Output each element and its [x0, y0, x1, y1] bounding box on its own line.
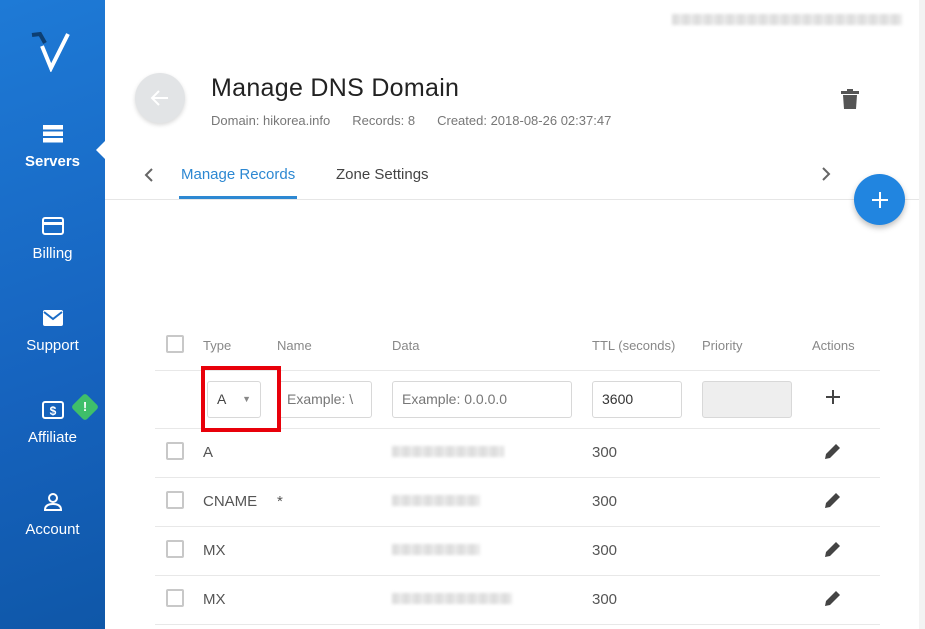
col-name: Name — [277, 322, 392, 371]
tab-zone-settings[interactable]: Zone Settings — [336, 166, 429, 183]
pencil-icon[interactable] — [824, 491, 842, 509]
select-all-checkbox[interactable] — [166, 335, 184, 354]
table-row: A 300 — [155, 428, 880, 478]
user-icon — [43, 493, 62, 511]
servers-icon — [42, 125, 63, 143]
sidebar-item-label: Account — [25, 521, 80, 538]
ttl-input[interactable]: 3600 — [592, 380, 682, 418]
chevron-left-icon[interactable] — [144, 168, 154, 182]
trash-icon[interactable] — [841, 89, 859, 109]
table-row: MX 300 — [155, 526, 880, 576]
record-data-blurred — [392, 593, 512, 604]
arrow-left-icon — [150, 90, 168, 106]
svg-text:$: $ — [49, 404, 56, 418]
pencil-icon[interactable] — [824, 589, 842, 607]
col-data: Data — [392, 322, 592, 371]
name-input[interactable]: Example: \ — [277, 380, 372, 418]
envelope-icon — [42, 310, 63, 326]
col-ttl: TTL (seconds) — [592, 322, 702, 371]
record-data-blurred — [392, 495, 480, 506]
dollar-icon: $ — [41, 401, 64, 419]
tab-bar: Manage Records Zone Settings — [105, 155, 925, 200]
sidebar-item-label: Support — [26, 337, 79, 354]
sidebar-item-label: Billing — [32, 245, 73, 262]
active-indicator — [96, 141, 105, 159]
sidebar-item-account[interactable]: Account — [0, 491, 105, 538]
sidebar: Servers Billing Support $ ! Affiliate Ac… — [0, 0, 105, 629]
record-data-blurred — [392, 446, 504, 457]
table-header: Type Name Data TTL (seconds) Priority Ac… — [155, 322, 880, 371]
plus-icon — [871, 191, 888, 208]
sidebar-item-affiliate[interactable]: $ ! Affiliate — [0, 392, 105, 446]
notification-badge: ! — [70, 392, 100, 422]
logo — [31, 31, 70, 72]
pencil-icon[interactable] — [824, 540, 842, 558]
sidebar-item-servers[interactable]: Servers — [0, 123, 105, 170]
table-row: CNAME * 300 — [155, 477, 880, 527]
credit-card-icon — [41, 217, 64, 235]
priority-input[interactable] — [702, 380, 792, 418]
pencil-icon[interactable] — [824, 442, 842, 460]
scrollbar[interactable] — [919, 0, 925, 629]
row-checkbox[interactable] — [166, 441, 184, 460]
row-checkbox[interactable] — [166, 539, 184, 558]
sidebar-item-label: Affiliate — [28, 429, 77, 446]
table-row: MX 300 — [155, 575, 880, 625]
col-priority: Priority — [702, 322, 812, 371]
chevron-right-icon[interactable] — [821, 167, 831, 181]
user-email-blurred — [672, 14, 902, 25]
records-count: Records: 8 — [352, 113, 416, 128]
data-input[interactable]: Example: 0.0.0.0 — [392, 380, 572, 418]
row-checkbox[interactable] — [166, 490, 184, 509]
sidebar-item-billing[interactable]: Billing — [0, 215, 105, 262]
back-button[interactable] — [135, 73, 185, 123]
created-date: Created: 2018-08-26 02:37:47 — [437, 113, 612, 128]
add-record-plus-icon[interactable] — [825, 389, 841, 405]
col-type: Type — [203, 322, 277, 371]
col-actions: Actions — [812, 322, 880, 371]
page-title: Manage DNS Domain — [211, 74, 460, 102]
highlight-box — [201, 366, 281, 432]
sidebar-item-support[interactable]: Support — [0, 307, 105, 354]
tab-manage-records[interactable]: Manage Records — [178, 166, 298, 199]
add-record-fab[interactable] — [854, 174, 905, 225]
record-data-blurred — [392, 544, 480, 555]
domain-label: Domain: hikorea.info — [211, 113, 331, 128]
domain-meta: Domain: hikorea.info Records: 8 Created: 2… — [211, 113, 633, 128]
row-checkbox[interactable] — [166, 588, 184, 607]
sidebar-item-label: Servers — [24, 153, 81, 170]
